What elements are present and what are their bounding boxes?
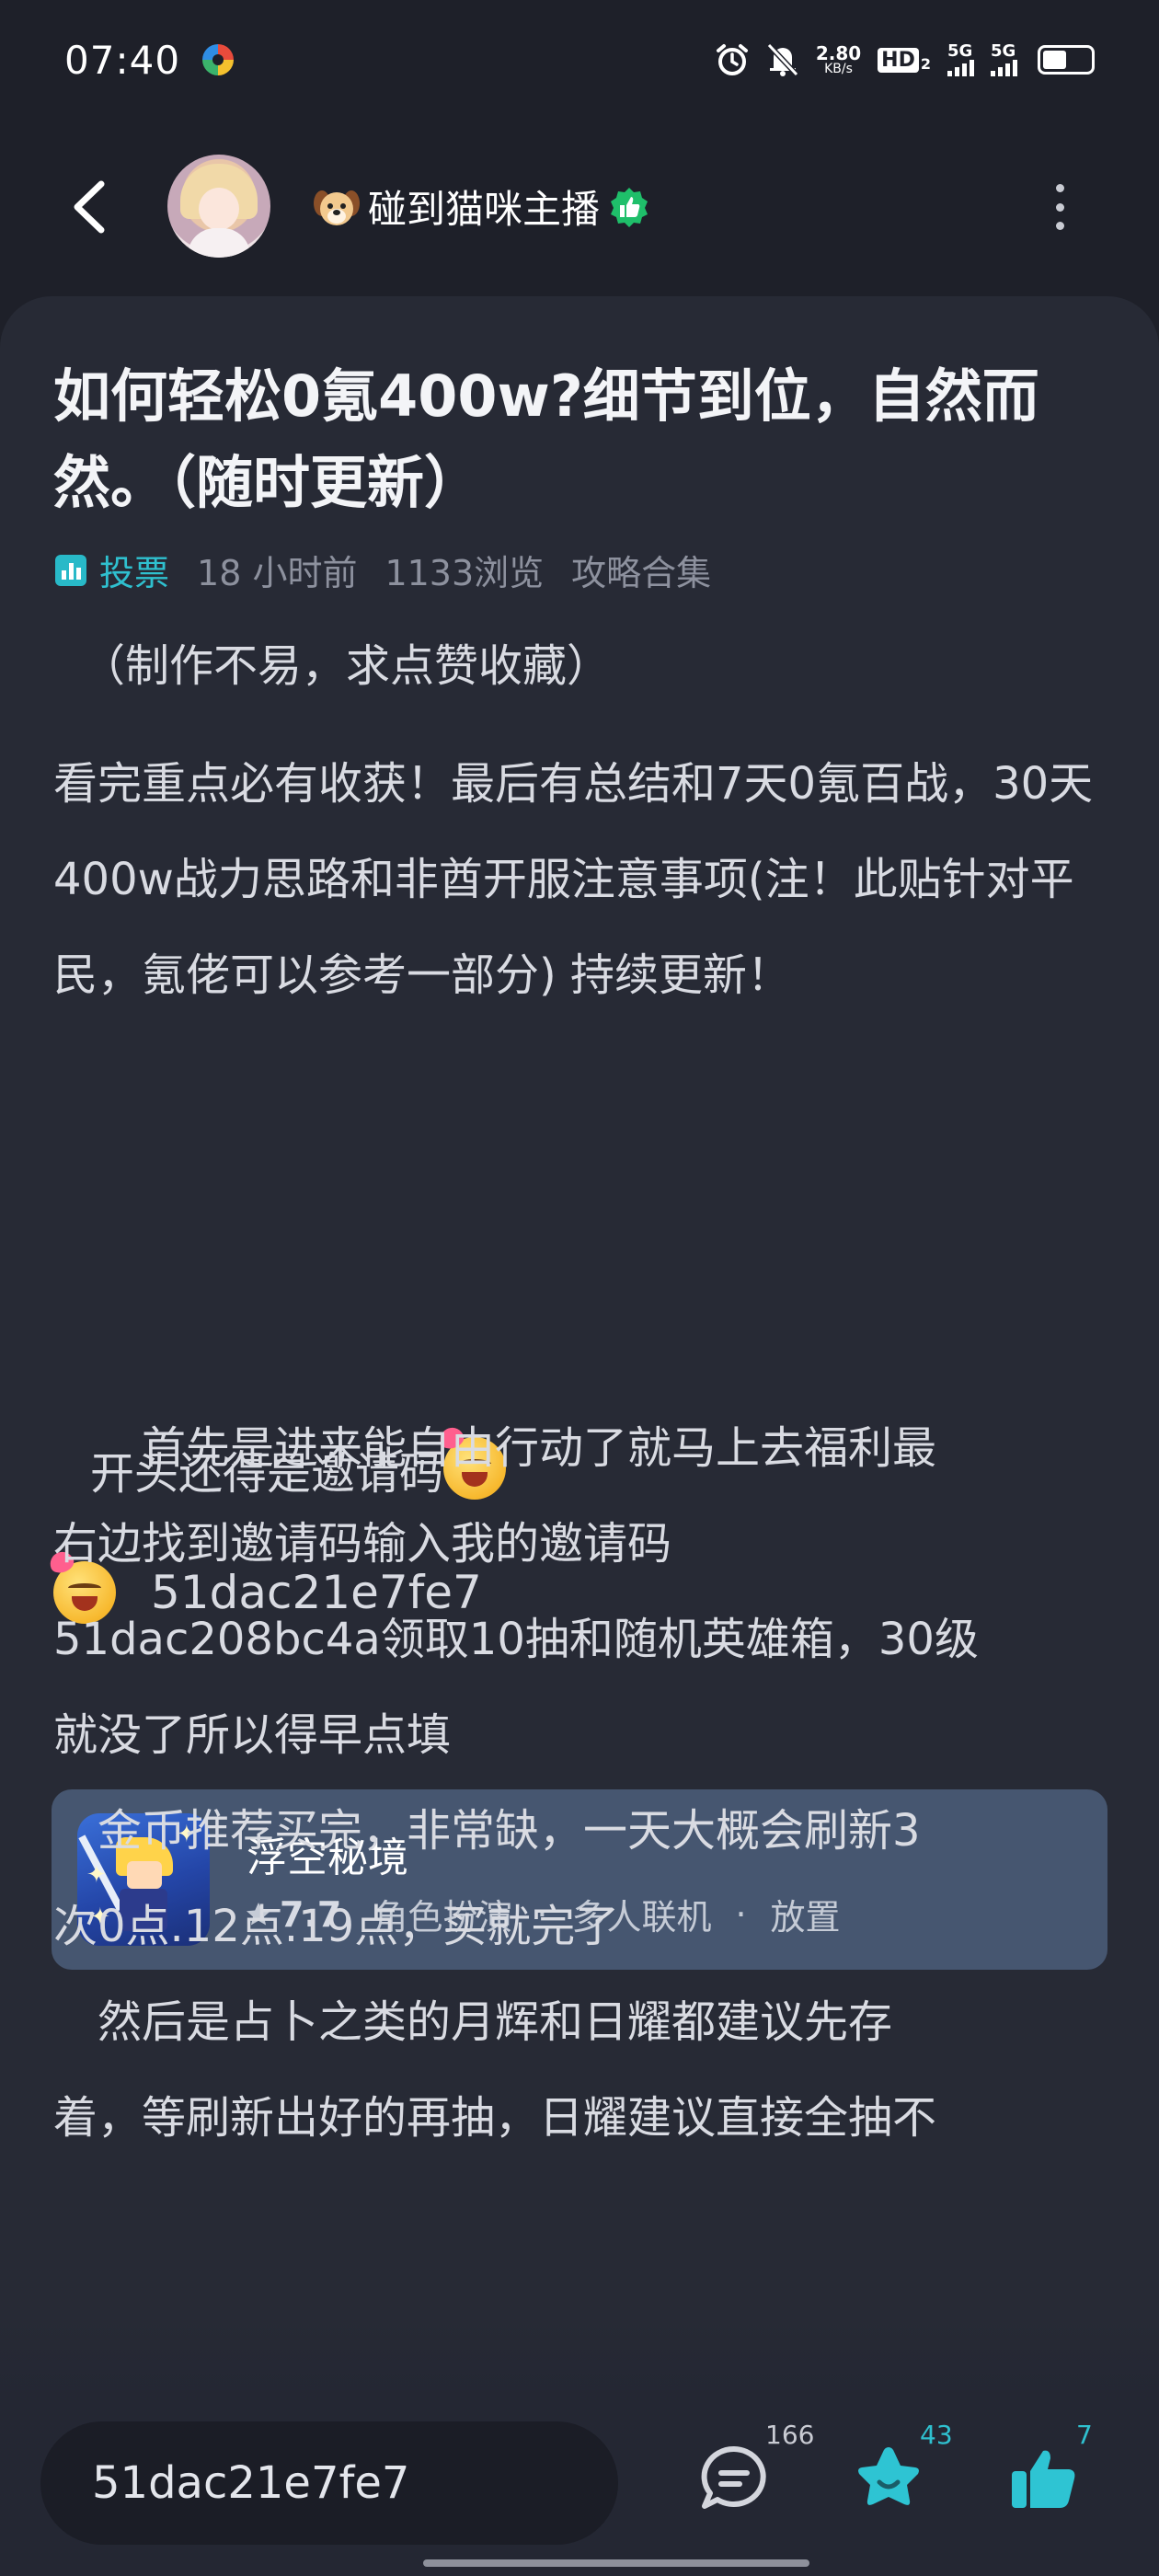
post-views: 1133浏览 (384, 553, 545, 593)
guide-line: 次0点.12点.19点，买就完了 (53, 1901, 620, 1952)
battery-fill (1043, 51, 1066, 69)
back-arrow-icon[interactable] (64, 177, 120, 237)
author-name: 碰到猫咪主播 (368, 187, 601, 232)
star-favorite-icon (858, 2447, 919, 2505)
paragraph-guide: 首先是进来能自由行动了就马上去福利最 右边找到邀请码输入我的邀请码 51dac2… (53, 1400, 1111, 2166)
avatar[interactable] (167, 155, 270, 258)
guide-line: 然后是占卜之类的月辉和日耀都建议先存 (53, 1996, 893, 2048)
comment-input[interactable]: 51dac21e7fe7 (40, 2421, 618, 2545)
net-speed-unit: KB/s (824, 62, 853, 76)
author-info[interactable]: 碰到猫咪主播 (313, 178, 651, 235)
guide-line: 就没了所以得早点填 (53, 1709, 452, 1761)
guide-line: 着，等刷新出好的再抽，日耀建议直接全抽不 (53, 2092, 937, 2144)
status-time: 07:40 (64, 37, 181, 83)
status-icons: 2.80 KB/s HD 2 5G 5G (715, 42, 1095, 77)
content-fade (0, 2318, 1159, 2392)
like-button[interactable]: 7 (1006, 2420, 1093, 2515)
guide-line: 右边找到邀请码输入我的邀请码 (53, 1518, 672, 1570)
thumbs-up-icon (1012, 2450, 1075, 2508)
mute-bell-icon (766, 42, 799, 77)
status-bar: 07:40 2.80 KB/s HD 2 5G 5G (0, 0, 1159, 120)
vote-link[interactable]: 投票 (99, 545, 169, 595)
hd-label: HD (878, 47, 919, 73)
paragraph-request: （制作不易，求点赞收藏） (53, 632, 1111, 700)
comment-icon (701, 2445, 766, 2509)
post-card: 如何轻松0氪400w?细节到位，自然而然。（随时更新） 投票 18 小时前 11… (0, 296, 1159, 2412)
favorite-button[interactable]: 43 (852, 2420, 953, 2515)
verified-badge-icon (611, 187, 648, 227)
post-header: 碰到猫咪主播 (0, 138, 1159, 276)
post-title: 如何轻松0氪400w?细节到位，自然而然。（随时更新） (53, 362, 1039, 516)
post-collection[interactable]: 攻略合集 (571, 545, 711, 595)
paragraph-intro: 看完重点必有收获！最后有总结和7天0氪百战，30天400w战力思路和非酋开服注意… (53, 758, 1094, 1001)
paragraph-request-text: （制作不易，求点赞收藏） (81, 640, 612, 692)
dog-emoji-icon (314, 190, 360, 225)
battery-icon (1038, 45, 1095, 75)
guide-line: 首先是进来能自由行动了就马上去福利最 (53, 1422, 937, 1474)
signal-icon: 5G (947, 43, 974, 76)
comment-button[interactable]: 166 (697, 2420, 814, 2515)
like-count: 7 (1076, 2420, 1093, 2450)
app-icon (202, 44, 235, 75)
post-time: 18 小时前 (197, 553, 358, 593)
more-options-button[interactable] (1041, 184, 1078, 230)
signal-icon-2: 5G (991, 43, 1017, 76)
signal-label-1: 5G (947, 41, 973, 61)
bottom-action-bar: 51dac21e7fe7 166 43 7 (0, 2390, 1159, 2576)
hd-sub: 2 (920, 54, 931, 73)
alarm-icon (716, 44, 748, 75)
guide-line: 金币推荐买完，非常缺，一天大概会刷新3 (53, 1805, 921, 1857)
screen: 07:40 2.80 KB/s HD 2 5G 5G 碰到猫咪主播 如何轻松0氪… (0, 0, 1159, 2576)
net-speed: 2.80 KB/s (816, 44, 861, 75)
vote-chart-icon (55, 554, 86, 586)
comment-count: 166 (765, 2420, 815, 2450)
signal-label-2: 5G (991, 41, 1016, 61)
guide-line: 51dac208bc4a领取10抽和随机英雄箱，30级 (53, 1614, 979, 1665)
home-indicator[interactable] (423, 2559, 809, 2567)
net-speed-value: 2.80 (815, 42, 862, 64)
hd-indicator: HD 2 (878, 47, 931, 73)
favorite-count: 43 (920, 2420, 953, 2450)
post-meta: 投票 18 小时前 1133浏览 攻略合集 (55, 545, 711, 595)
